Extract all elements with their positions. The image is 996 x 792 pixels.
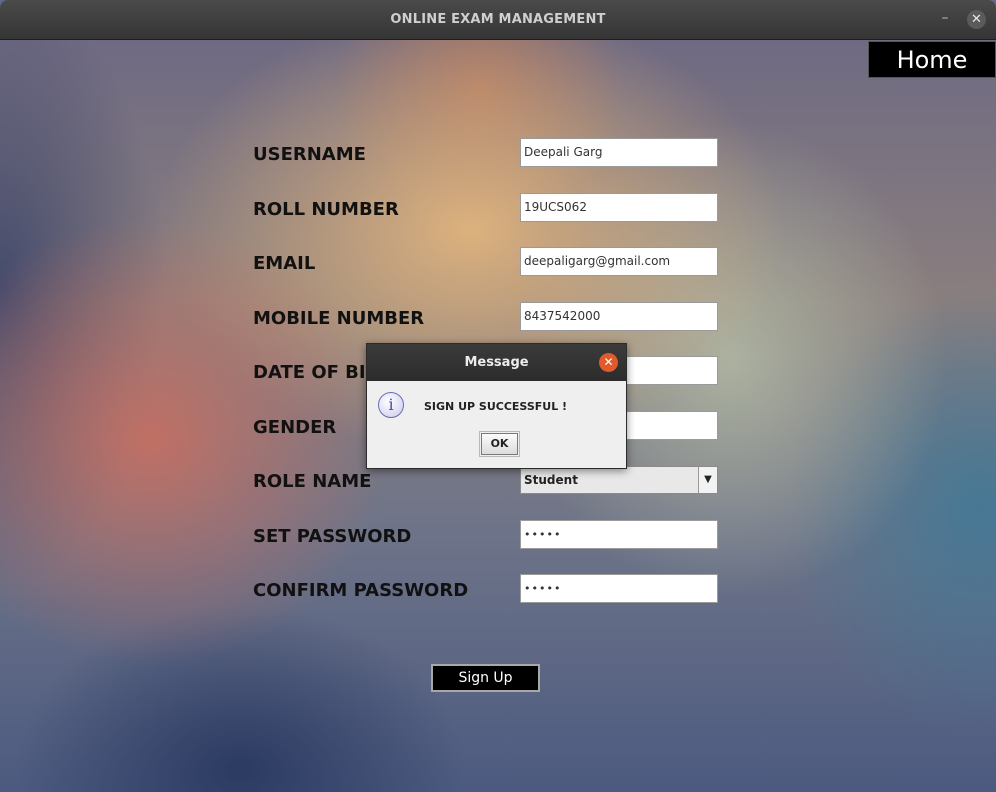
window-titlebar[interactable]: ONLINE EXAM MANAGEMENT – ✕ bbox=[0, 0, 996, 40]
mobile-number-label: MOBILE NUMBER bbox=[253, 308, 425, 329]
role-name-label: ROLE NAME bbox=[253, 471, 372, 492]
info-icon: i bbox=[378, 392, 404, 418]
window-title: ONLINE EXAM MANAGEMENT bbox=[390, 12, 606, 27]
app-window: ONLINE EXAM MANAGEMENT – ✕ Home USERNAME… bbox=[0, 0, 996, 792]
close-icon[interactable]: ✕ bbox=[967, 10, 986, 29]
role-name-value: Student bbox=[524, 473, 578, 487]
dialog-titlebar[interactable]: Message ✕ bbox=[367, 344, 626, 381]
email-label: EMAIL bbox=[253, 253, 316, 274]
set-password-label: SET PASSWORD bbox=[253, 526, 412, 547]
home-button[interactable]: Home bbox=[868, 41, 996, 78]
confirm-password-label: CONFIRM PASSWORD bbox=[253, 580, 469, 601]
dialog-message: SIGN UP SUCCESSFUL ! bbox=[424, 400, 568, 413]
chevron-down-icon[interactable]: ▼ bbox=[698, 467, 717, 493]
username-label: USERNAME bbox=[253, 144, 366, 165]
confirm-password-field[interactable]: ••••• bbox=[520, 574, 718, 603]
minimize-icon[interactable]: – bbox=[937, 8, 953, 28]
dialog-close-icon[interactable]: ✕ bbox=[599, 353, 618, 372]
date-of-birth-label: DATE OF BI bbox=[253, 362, 366, 383]
username-field[interactable]: Deepali Garg bbox=[520, 138, 718, 167]
message-dialog: Message ✕ i SIGN UP SUCCESSFUL ! OK bbox=[366, 343, 627, 469]
sign-up-button[interactable]: Sign Up bbox=[431, 664, 540, 692]
roll-number-label: ROLL NUMBER bbox=[253, 199, 399, 220]
role-name-select[interactable]: Student ▼ bbox=[520, 466, 718, 494]
mobile-number-field[interactable]: 8437542000 bbox=[520, 302, 718, 331]
email-field[interactable]: deepaligarg@gmail.com bbox=[520, 247, 718, 276]
ok-button[interactable]: OK bbox=[479, 431, 520, 457]
set-password-field[interactable]: ••••• bbox=[520, 520, 718, 549]
roll-number-field[interactable]: 19UCS062 bbox=[520, 193, 718, 222]
dialog-title: Message bbox=[464, 355, 529, 370]
gender-label: GENDER bbox=[253, 417, 337, 438]
